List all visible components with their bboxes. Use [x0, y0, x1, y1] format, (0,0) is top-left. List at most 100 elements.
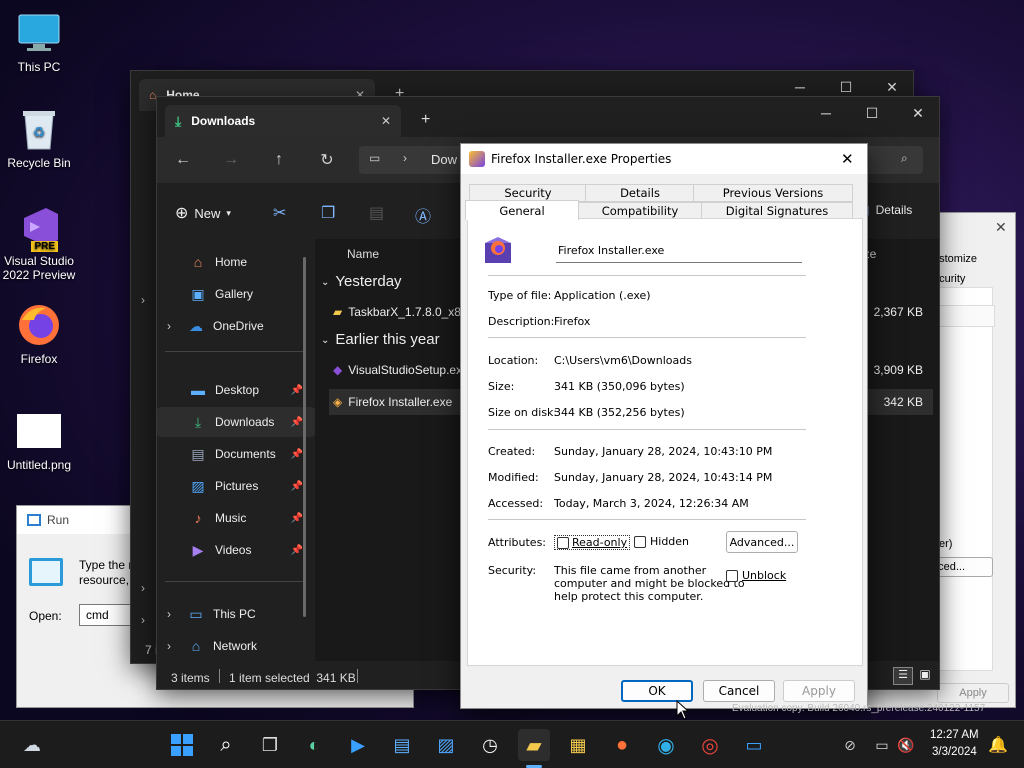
security-label: Security: [488, 564, 537, 577]
file-name: Firefox Installer.exe [348, 395, 453, 409]
sidebar-label: Videos [215, 543, 252, 557]
sidebar-item-videos[interactable]: ▶ Videos 📌 [157, 535, 315, 565]
hidden-checkbox[interactable]: Hidden [634, 535, 689, 548]
details-view-button[interactable]: ☰ [893, 667, 913, 685]
network-disconnected-icon[interactable]: ⊘ [834, 729, 866, 761]
pin-icon[interactable]: 📌 [291, 545, 303, 556]
cut-icon[interactable]: ✂ [273, 203, 286, 223]
run-app-icon[interactable]: ▭ [738, 729, 770, 761]
sidebar-scrollbar[interactable] [303, 257, 306, 617]
sidebar-item-music[interactable]: ♪ Music 📌 [157, 503, 315, 533]
clock-time[interactable]: 12:27 AM [930, 729, 979, 741]
desktop-icon-this-pc[interactable]: This PC [0, 10, 78, 74]
desktop-icon-visual-studio[interactable]: PRE Visual Studio 2022 Preview [0, 204, 78, 282]
chrome-icon[interactable]: ◎ [694, 729, 726, 761]
media-player-icon[interactable]: ▶ [342, 729, 374, 761]
file-explorer-icon[interactable]: ▰ [518, 729, 550, 761]
cancel-button[interactable]: Cancel [703, 680, 775, 702]
edge-icon[interactable]: ◉ [650, 729, 682, 761]
up-arrow-icon[interactable]: ↑ [265, 146, 293, 174]
apply-button-partial[interactable]: Apply [937, 683, 1009, 703]
firefox-icon[interactable]: ● [606, 729, 638, 761]
unblock-checkbox[interactable]: Unblock [726, 569, 786, 582]
sidebar-item-downloads[interactable]: ⤓ Downloads 📌 [157, 407, 315, 437]
pin-icon[interactable]: 📌 [291, 481, 303, 492]
paste-icon[interactable]: ▤ [369, 203, 384, 223]
desktop-icon-recycle-bin[interactable]: ♻ Recycle Bin [0, 106, 78, 170]
photos-icon[interactable]: ▨ [430, 729, 462, 761]
sidebar-label: Downloads [215, 415, 275, 429]
forward-arrow-icon[interactable]: → [217, 146, 245, 174]
desktop-icon-untitled-png[interactable]: Untitled.png [0, 408, 78, 472]
new-tab-icon[interactable]: + [421, 111, 430, 129]
sidebar-item-onedrive[interactable]: › ☁ OneDrive [157, 311, 315, 341]
clock-date[interactable]: 3/3/2024 [932, 746, 977, 758]
task-view-icon[interactable]: ❐ [254, 729, 286, 761]
close-tab-icon[interactable]: ✕ [381, 114, 391, 128]
tiles-view-button[interactable]: ▣ [915, 667, 935, 685]
sidebar-item-gallery[interactable]: ▣ Gallery [157, 279, 315, 309]
pin-icon[interactable]: 📌 [291, 385, 303, 396]
pin-icon[interactable]: 📌 [291, 417, 303, 428]
notepad-icon[interactable]: ▤ [386, 729, 418, 761]
store-icon[interactable]: ▦ [562, 729, 594, 761]
close-icon[interactable]: ✕ [895, 97, 941, 129]
address-text: Dow [431, 152, 458, 167]
volume-muted-icon[interactable]: 🔇 [890, 729, 922, 761]
properties-dialog[interactable]: Firefox Installer.exe Properties ✕ Secur… [460, 143, 868, 709]
new-button[interactable]: ⊕ New ▾ [175, 201, 231, 225]
pin-icon[interactable]: 📌 [291, 449, 303, 460]
sidebar-item-desktop[interactable]: ▬ Desktop 📌 [157, 375, 315, 405]
copy-icon[interactable]: ❐ [321, 203, 335, 223]
clock-app-icon[interactable]: ◷ [474, 729, 506, 761]
tab-general[interactable]: General [465, 200, 579, 220]
widgets-icon[interactable]: ◐ [298, 729, 330, 761]
apply-button[interactable]: Apply [783, 680, 855, 702]
file-name-field[interactable]: Firefox Installer.exe [556, 241, 802, 263]
expand-chevron-icon[interactable]: › [141, 613, 145, 627]
notification-bell-icon[interactable]: 🔔 [982, 729, 1014, 761]
readonly-checkbox[interactable]: Read-only [554, 535, 631, 550]
close-icon[interactable]: ✕ [995, 219, 1007, 236]
expand-chevron-icon[interactable]: › [141, 293, 145, 307]
tab-details[interactable]: Details [585, 184, 695, 202]
desktop-icon-label: Recycle Bin [7, 156, 71, 170]
maximize-icon[interactable]: ☐ [849, 97, 895, 129]
start-icon[interactable] [166, 729, 198, 761]
close-icon[interactable]: ✕ [841, 150, 854, 168]
description-label: Description: [488, 315, 555, 328]
details-button[interactable]: ▯ Details [863, 203, 912, 217]
modified-label: Modified: [488, 471, 539, 484]
group-header-yesterday[interactable]: ⌄ Yesterday [321, 273, 402, 290]
search-icon[interactable]: ⌕ [210, 729, 242, 761]
hidden-label: Hidden [650, 535, 690, 548]
minimize-icon[interactable]: ─ [803, 97, 849, 129]
rename-icon[interactable]: Ⓐ [415, 203, 431, 227]
type-label: Type of file: [488, 289, 552, 302]
sidebar-item-this-pc[interactable]: › ▭ This PC [157, 599, 315, 629]
expand-chevron-icon[interactable]: › [141, 581, 145, 595]
download-icon: ⤓ [194, 413, 202, 430]
chevron-right-icon[interactable]: › [167, 319, 179, 333]
refresh-icon[interactable]: ↻ [313, 146, 341, 174]
tab-downloads[interactable]: ⤓ Downloads ✕ [165, 105, 401, 137]
desktop-icon-firefox[interactable]: Firefox [0, 302, 78, 366]
sidebar-item-network[interactable]: › ⌂ Network [157, 631, 315, 661]
group-header-earlier-this-year[interactable]: ⌄ Earlier this year [321, 331, 440, 348]
pin-icon[interactable]: 📌 [291, 513, 303, 524]
sidebar-item-home[interactable]: ⌂ Home [157, 247, 315, 277]
search-box[interactable]: ⌕ [863, 146, 923, 174]
run-icon [27, 514, 41, 526]
column-header-name[interactable]: Name [347, 247, 379, 261]
advanced-button[interactable]: Advanced... [726, 531, 798, 553]
sidebar-item-pictures[interactable]: ▨ Pictures 📌 [157, 471, 315, 501]
sidebar-item-documents[interactable]: ▤ Documents 📌 [157, 439, 315, 469]
tab-previous-versions[interactable]: Previous Versions [693, 184, 853, 202]
weather-icon[interactable]: ☁ [16, 729, 48, 761]
separator [488, 429, 806, 430]
ok-button[interactable]: OK [621, 680, 693, 702]
visual-studio-icon: PRE [16, 204, 62, 252]
chevron-right-icon[interactable]: › [167, 639, 179, 653]
back-arrow-icon[interactable]: ← [169, 146, 197, 174]
chevron-right-icon[interactable]: › [167, 607, 179, 621]
